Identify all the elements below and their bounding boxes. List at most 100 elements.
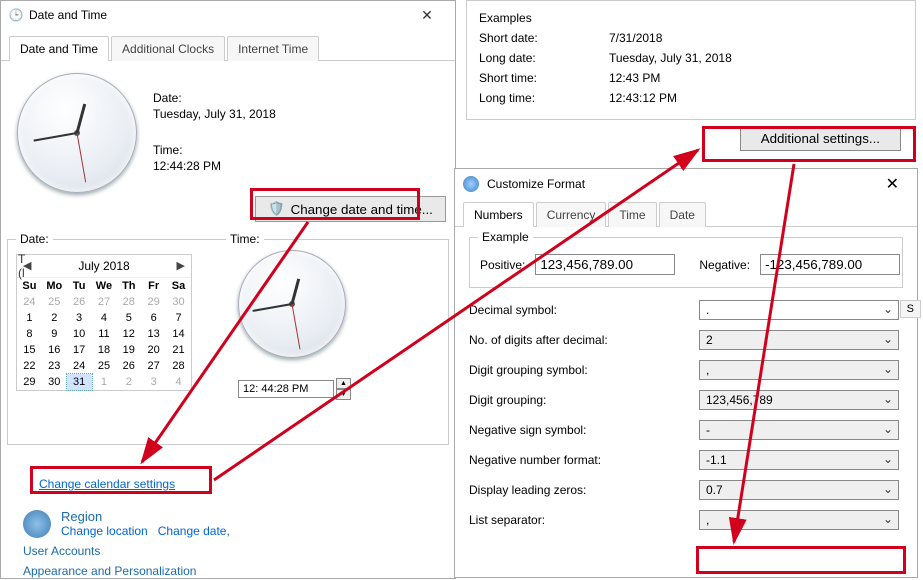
calendar-dow: Su [17,278,42,294]
cf-titlebar[interactable]: Customize Format ✕ [455,169,917,199]
globe-icon [463,176,479,192]
digit-grouping-symbol-dropdown[interactable] [699,360,899,380]
calendar-day[interactable]: 10 [67,326,92,342]
calendar-day[interactable]: 27 [92,294,117,310]
list-separator-dropdown[interactable] [699,510,899,530]
decimal-symbol-label: Decimal symbol: [469,303,699,317]
calendar-day[interactable]: 3 [67,310,92,326]
tab-additional-clocks[interactable]: Additional Clocks [111,36,225,61]
negative-value [760,254,900,275]
calendar-day[interactable]: 21 [166,342,191,358]
change-location-link[interactable]: Change location [61,524,148,538]
analog-clock-small [238,250,346,358]
calendar-day[interactable]: 28 [116,294,141,310]
calendar-day[interactable]: 30 [42,374,67,390]
tab-internet-time[interactable]: Internet Time [227,36,319,61]
digit-grouping-symbol-label: Digit grouping symbol: [469,363,699,377]
calendar-day[interactable]: 26 [67,294,92,310]
negative-format-dropdown[interactable] [699,450,899,470]
calendar-day[interactable]: 6 [141,310,166,326]
calendar-day[interactable]: 13 [141,326,166,342]
calendar-day[interactable]: 31 [67,374,92,390]
short-date-label: Short date: [479,31,599,45]
digits-after-decimal-dropdown[interactable] [699,330,899,350]
digit-grouping-dropdown[interactable] [699,390,899,410]
digits-after-decimal-label: No. of digits after decimal: [469,333,699,347]
calendar-day[interactable]: 29 [141,294,166,310]
appearance-link[interactable]: Appearance and Personalization [23,564,230,580]
time-input[interactable] [238,380,334,398]
calendar-day[interactable]: 18 [92,342,117,358]
clock-icon: 🕒 [9,8,23,22]
calendar-day[interactable]: 20 [141,342,166,358]
calendar-day[interactable]: 7 [166,310,191,326]
calendar-day[interactable]: 1 [17,310,42,326]
tab-strip: Date and Time Additional Clocks Internet… [1,33,455,61]
calendar-day[interactable]: 16 [42,342,67,358]
calendar-title[interactable]: July 2018 [78,259,129,273]
calendar-day[interactable]: 5 [116,310,141,326]
truncated-label: T(l [18,252,25,280]
analog-clock [17,73,137,193]
stray-s-button[interactable]: S [900,300,921,318]
calendar-day[interactable]: 11 [92,326,117,342]
calendar-day[interactable]: 1 [92,374,117,390]
uac-shield-icon: 🛡️ [268,201,285,217]
calendar-grid[interactable]: SuMoTuWeThFrSa24252627282930123456789101… [17,278,191,390]
tab-currency[interactable]: Currency [536,202,607,227]
calendar-day[interactable]: 17 [67,342,92,358]
tab-numbers[interactable]: Numbers [463,202,534,227]
calendar-day[interactable]: 27 [141,358,166,374]
tab-date[interactable]: Date [659,202,706,227]
calendar-day[interactable]: 24 [17,294,42,310]
negative-format-label: Negative number format: [469,453,699,467]
sub-date-label: Date: [16,232,53,246]
close-icon[interactable]: ✕ [407,7,447,24]
calendar-day[interactable]: 4 [166,374,191,390]
tab-time[interactable]: Time [608,202,656,227]
calendar-day[interactable]: 22 [17,358,42,374]
calendar-day[interactable]: 25 [92,358,117,374]
region-title[interactable]: Region [61,509,230,524]
calendar-day[interactable]: 19 [116,342,141,358]
user-accounts-link[interactable]: User Accounts [23,544,230,558]
leading-zeros-dropdown[interactable] [699,480,899,500]
calendar-day[interactable]: 9 [42,326,67,342]
decimal-symbol-dropdown[interactable] [699,300,899,320]
negative-label: Negative: [699,258,750,272]
time-spin-up-icon[interactable]: ▲ [336,378,351,389]
calendar-day[interactable]: 26 [116,358,141,374]
example-title: Example [478,230,533,244]
tab-date-time[interactable]: Date and Time [9,36,109,61]
change-date-time-button[interactable]: 🛡️ Change date and time... [255,196,446,222]
calendar-next-icon[interactable]: ▶ [177,259,185,272]
calendar-day[interactable]: 8 [17,326,42,342]
change-calendar-settings-link[interactable]: Change calendar settings [39,477,175,491]
time-spin-down-icon[interactable]: ▼ [336,389,351,400]
cf-title: Customize Format [487,177,585,191]
region-icon [23,510,51,538]
calendar-day[interactable]: 29 [17,374,42,390]
calendar-day[interactable]: 2 [116,374,141,390]
leading-zeros-label: Display leading zeros: [469,483,699,497]
calendar-day[interactable]: 23 [42,358,67,374]
calendar-day[interactable]: 14 [166,326,191,342]
close-icon[interactable]: ✕ [876,174,909,194]
calendar-day[interactable]: 30 [166,294,191,310]
calendar-day[interactable]: 15 [17,342,42,358]
calendar-day[interactable]: 2 [42,310,67,326]
short-time-value: 12:43 PM [609,71,903,85]
calendar[interactable]: ◀ July 2018 ▶ SuMoTuWeThFrSa242526272829… [16,254,192,391]
additional-settings-button[interactable]: Additional settings... [740,126,901,151]
calendar-day[interactable]: 24 [67,358,92,374]
calendar-day[interactable]: 12 [116,326,141,342]
long-time-label: Long time: [479,91,599,105]
calendar-day[interactable]: 3 [141,374,166,390]
calendar-day[interactable]: 4 [92,310,117,326]
negative-sign-dropdown[interactable] [699,420,899,440]
calendar-day[interactable]: 25 [42,294,67,310]
window-titlebar[interactable]: 🕒 Date and Time ✕ [1,1,455,29]
change-date-formats-link[interactable]: Change date, [158,524,230,538]
positive-value [535,254,675,275]
calendar-day[interactable]: 28 [166,358,191,374]
